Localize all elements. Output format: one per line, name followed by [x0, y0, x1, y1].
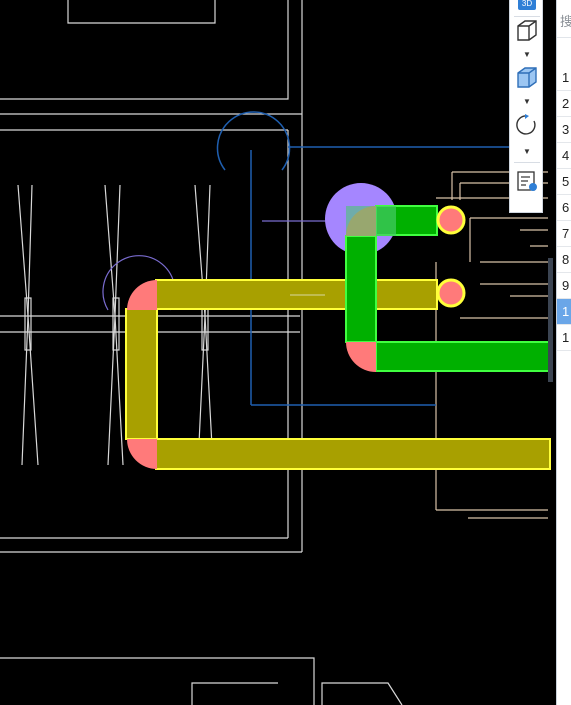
panel-search-input[interactable]: 搜 [557, 6, 571, 38]
panel-row[interactable]: 9 [557, 273, 571, 299]
equipment-outline [0, 0, 403, 705]
panel-row[interactable]: 7 [557, 221, 571, 247]
svg-text:3D: 3D [522, 0, 532, 8]
panel-row[interactable]: 6 [557, 195, 571, 221]
wireframe-cube-button[interactable] [514, 19, 540, 45]
wireframe-dropdown[interactable]: ▼ [521, 51, 533, 59]
shaded-cube-icon [515, 65, 539, 94]
wireframe-cube-icon [515, 18, 539, 47]
yellow-duct-endcap[interactable] [436, 278, 466, 308]
properties-list-button[interactable] [514, 170, 540, 196]
cad-drawing-viewport[interactable] [0, 0, 571, 705]
shaded-cube-button[interactable] [514, 66, 540, 92]
list-view-icon [515, 169, 539, 198]
panel-row[interactable]: 1 [557, 65, 571, 91]
properties-panel: 搜 12345678911 [556, 0, 571, 705]
panel-row[interactable]: 5 [557, 169, 571, 195]
yellow-duct[interactable] [125, 279, 551, 470]
rotate-icon [515, 113, 539, 142]
panel-splitter-handle[interactable] [548, 258, 553, 382]
orbit-dropdown[interactable]: ▼ [521, 148, 533, 156]
view-toolbar: 3D ▼ ▼ ▼ [509, 0, 543, 213]
panel-row[interactable]: 2 [557, 91, 571, 117]
panel-row[interactable]: 1 [557, 325, 571, 351]
green-duct-endcap[interactable] [436, 205, 466, 235]
cad-canvas[interactable] [0, 0, 571, 705]
panel-row[interactable]: 3 [557, 117, 571, 143]
shaded-dropdown[interactable]: ▼ [521, 98, 533, 106]
panel-row[interactable]: 8 [557, 247, 571, 273]
panel-row[interactable]: 1 [557, 299, 571, 325]
orbit-button[interactable] [514, 113, 540, 142]
panel-row[interactable]: 4 [557, 143, 571, 169]
